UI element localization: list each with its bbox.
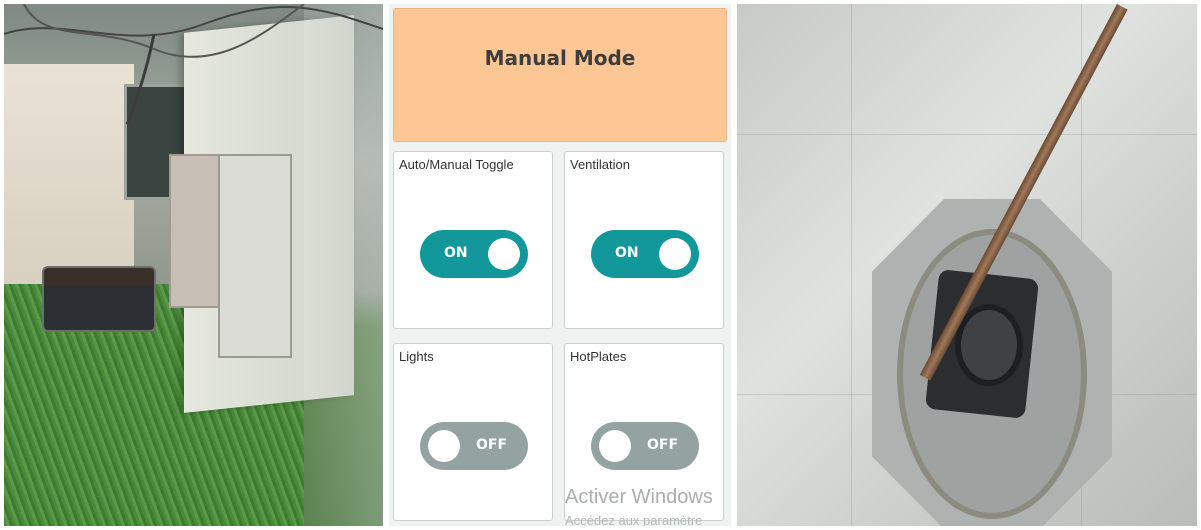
ventilation-toggle[interactable]: ON: [591, 230, 699, 278]
toggle-knob: [599, 430, 631, 462]
hotplates-toggle[interactable]: OFF: [591, 422, 699, 470]
electronics-box-cover: [218, 154, 292, 358]
card-label: Auto/Manual Toggle: [399, 157, 514, 172]
greenhouse-photo: [4, 4, 383, 526]
fan-photo: [737, 4, 1197, 526]
toggle-state: OFF: [476, 437, 508, 453]
windows-activation-subtext: Accédez aux paramètre: [565, 513, 703, 526]
toggle-knob: [659, 238, 691, 270]
toggle-knob: [428, 430, 460, 462]
toggle-state: ON: [444, 245, 468, 261]
mode-title: Manual Mode: [484, 46, 636, 70]
card-auto-manual: Auto/Manual Toggle ON: [393, 151, 553, 329]
card-label: Lights: [399, 349, 434, 364]
toggle-knob: [488, 238, 520, 270]
card-label: Ventilation: [570, 157, 630, 172]
card-label: HotPlates: [570, 349, 627, 364]
control-app: Manual Mode Auto/Manual Toggle ON Ventil…: [389, 4, 731, 526]
wires: [4, 4, 383, 124]
plant-container: [42, 266, 156, 332]
fan-hub: [955, 304, 1023, 386]
card-ventilation: Ventilation ON: [564, 151, 724, 329]
mode-banner: Manual Mode: [393, 8, 727, 142]
toggle-state: OFF: [647, 437, 679, 453]
lights-toggle[interactable]: OFF: [420, 422, 528, 470]
toggle-state: ON: [615, 245, 639, 261]
auto-manual-toggle[interactable]: ON: [420, 230, 528, 278]
windows-activation-watermark: Activer Windows: [565, 486, 713, 508]
card-lights: Lights OFF: [393, 343, 553, 521]
